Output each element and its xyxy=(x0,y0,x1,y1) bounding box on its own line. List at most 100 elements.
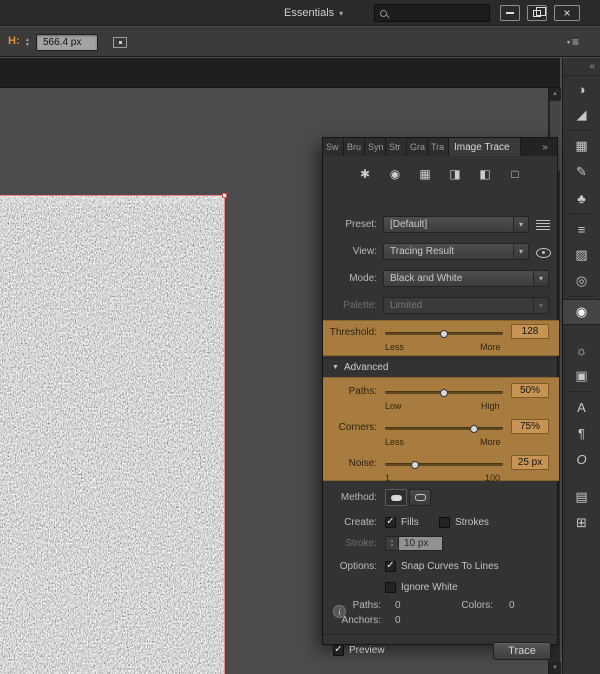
fills-checkbox[interactable]: ✓ Fills xyxy=(385,515,419,530)
paths-slider-handle[interactable] xyxy=(440,389,448,397)
preview-label: Preview xyxy=(349,645,385,656)
strokes-checkbox[interactable]: Strokes xyxy=(439,515,489,530)
height-field[interactable]: 566.4 px xyxy=(36,34,98,51)
low-color-button[interactable]: ▦ xyxy=(414,164,436,184)
paths-slider[interactable] xyxy=(385,389,503,397)
expand-panels-icon: « xyxy=(589,61,595,72)
corners-value-field[interactable]: 75% xyxy=(511,419,549,434)
dock-expand-button[interactable]: « xyxy=(563,58,600,76)
mode-dropdown[interactable]: Black and White ▾ xyxy=(383,270,549,287)
check-icon: ✓ xyxy=(386,560,395,571)
tab-stroke[interactable]: Str xyxy=(386,138,407,156)
dock-item-transparency[interactable]: ◎ xyxy=(563,268,600,294)
dock-item-paragraph[interactable]: ¶ xyxy=(563,420,600,446)
dock-item-gradient[interactable]: ▨ xyxy=(563,242,600,268)
dock-item-opentype[interactable]: O xyxy=(563,446,600,472)
preset-dropdown[interactable]: [Default] ▾ xyxy=(383,216,529,233)
dock-item-color-guide[interactable]: ◢ xyxy=(563,102,600,128)
check-icon: ✓ xyxy=(334,644,343,655)
view-dropdown[interactable]: Tracing Result ▾ xyxy=(383,243,529,260)
chevron-down-icon: ▾ xyxy=(518,220,523,229)
tab-transparency[interactable]: Tra xyxy=(428,138,449,156)
corners-slider-handle[interactable] xyxy=(469,425,478,433)
dock-item-artboards[interactable]: ⊞ xyxy=(563,510,600,536)
dock-item-appearance[interactable]: ☼ xyxy=(563,337,600,363)
close-button[interactable]: × xyxy=(554,5,580,21)
color-guide-icon: ◢ xyxy=(576,107,587,122)
control-panel-menu[interactable]: ▾ ≡ xyxy=(567,35,579,49)
reference-point-icon[interactable] xyxy=(113,37,127,48)
minimize-button[interactable] xyxy=(500,5,520,21)
scroll-up-icon: ▲ xyxy=(552,91,558,97)
height-field-label: H: xyxy=(8,35,20,47)
preset-menu-icon[interactable] xyxy=(536,220,550,230)
preview-checkbox[interactable]: ✓ Preview xyxy=(333,643,385,658)
chevron-down-icon: ▾ xyxy=(538,274,543,283)
dock-item-brushes[interactable]: ✎ xyxy=(563,159,600,185)
eye-icon[interactable] xyxy=(535,244,551,259)
selection-anchor-handle[interactable] xyxy=(222,193,227,198)
method-overlapping-button[interactable] xyxy=(409,489,431,506)
threshold-value-field[interactable]: 128 xyxy=(511,324,549,339)
info-colors-label: Colors: xyxy=(461,600,493,611)
stroke-stepper: ▲ ▼ xyxy=(385,536,399,551)
threshold-min-label: Less xyxy=(385,342,405,352)
tab-symbols[interactable]: Syn xyxy=(365,138,386,156)
stroke-value: 10 px xyxy=(399,536,443,551)
method-abutting-button[interactable] xyxy=(385,489,407,506)
dock-item-stroke[interactable]: ≡ xyxy=(563,216,600,242)
double-chevron-icon: » xyxy=(542,141,548,153)
scroll-down-button[interactable]: ▼ xyxy=(549,662,561,674)
threshold-slider[interactable] xyxy=(385,330,503,338)
search-box[interactable] xyxy=(374,4,490,22)
noise-slider-handle[interactable] xyxy=(410,461,419,469)
search-input[interactable] xyxy=(392,7,482,19)
dock-item-image-trace[interactable]: ◉ xyxy=(563,299,600,325)
height-stepper[interactable]: ▲ ▼ xyxy=(25,35,30,51)
advanced-sliders-section: Paths: 50% Low High Corners: 75% Less Mo… xyxy=(323,377,559,483)
traced-image-object[interactable] xyxy=(0,193,227,674)
footer-separator xyxy=(323,634,557,635)
dock-item-graphic-styles[interactable]: ▣ xyxy=(563,363,600,389)
paths-value-field[interactable]: 50% xyxy=(511,383,549,398)
tab-gradient[interactable]: Gra xyxy=(407,138,428,156)
create-label: Create: xyxy=(344,517,377,528)
dock-separator xyxy=(568,130,595,131)
menu-lines-icon: ≡ xyxy=(572,35,580,49)
snap-curves-checkbox[interactable]: ✓ Snap Curves To Lines xyxy=(385,559,499,574)
black-and-white-button[interactable]: ◧ xyxy=(474,164,496,184)
abutting-paths-icon xyxy=(390,494,402,501)
advanced-section-toggle[interactable]: ▼ Advanced xyxy=(323,358,557,375)
control-bar: H: ▲ ▼ 566.4 px ▾ ≡ xyxy=(0,27,600,57)
method-label: Method: xyxy=(340,492,377,503)
high-color-button[interactable]: ◉ xyxy=(384,164,406,184)
appearance-icon: ☼ xyxy=(575,342,588,358)
advanced-label: Advanced xyxy=(343,361,389,373)
corners-slider[interactable] xyxy=(385,425,503,433)
dock-item-symbols[interactable]: ♣ xyxy=(563,185,600,211)
threshold-slider-handle[interactable] xyxy=(440,330,448,338)
outline-button[interactable]: □ xyxy=(504,164,526,184)
dock-item-layers[interactable]: ▤ xyxy=(563,484,600,510)
dock-gap xyxy=(563,472,600,484)
ignore-white-checkbox[interactable]: Ignore White xyxy=(385,580,458,595)
tab-image-trace[interactable]: Image Trace xyxy=(449,138,521,156)
noise-slider[interactable] xyxy=(385,461,503,469)
restore-button[interactable] xyxy=(527,5,547,21)
texture-edge-highlight xyxy=(0,196,224,208)
tab-overflow-button[interactable]: » xyxy=(533,138,557,156)
pasteboard-strip xyxy=(0,58,560,88)
dock-item-character[interactable]: A xyxy=(563,394,600,420)
checkbox xyxy=(385,582,396,593)
workspace-switcher[interactable]: Essentials ▾ xyxy=(284,5,343,21)
grayscale-button[interactable]: ◨ xyxy=(444,164,466,184)
snap-curves-label: Snap Curves To Lines xyxy=(401,561,499,572)
dock-item-color[interactable]: ◑ xyxy=(563,76,600,102)
tab-brushes[interactable]: Bru xyxy=(344,138,365,156)
auto-color-button[interactable]: ✱ xyxy=(354,164,376,184)
scroll-up-button[interactable]: ▲ xyxy=(549,88,561,100)
tab-swatches[interactable]: Sw xyxy=(323,138,344,156)
dock-item-swatches[interactable]: ▦ xyxy=(563,133,600,159)
trace-button[interactable]: Trace xyxy=(493,642,551,660)
noise-value-field[interactable]: 25 px xyxy=(511,455,549,470)
